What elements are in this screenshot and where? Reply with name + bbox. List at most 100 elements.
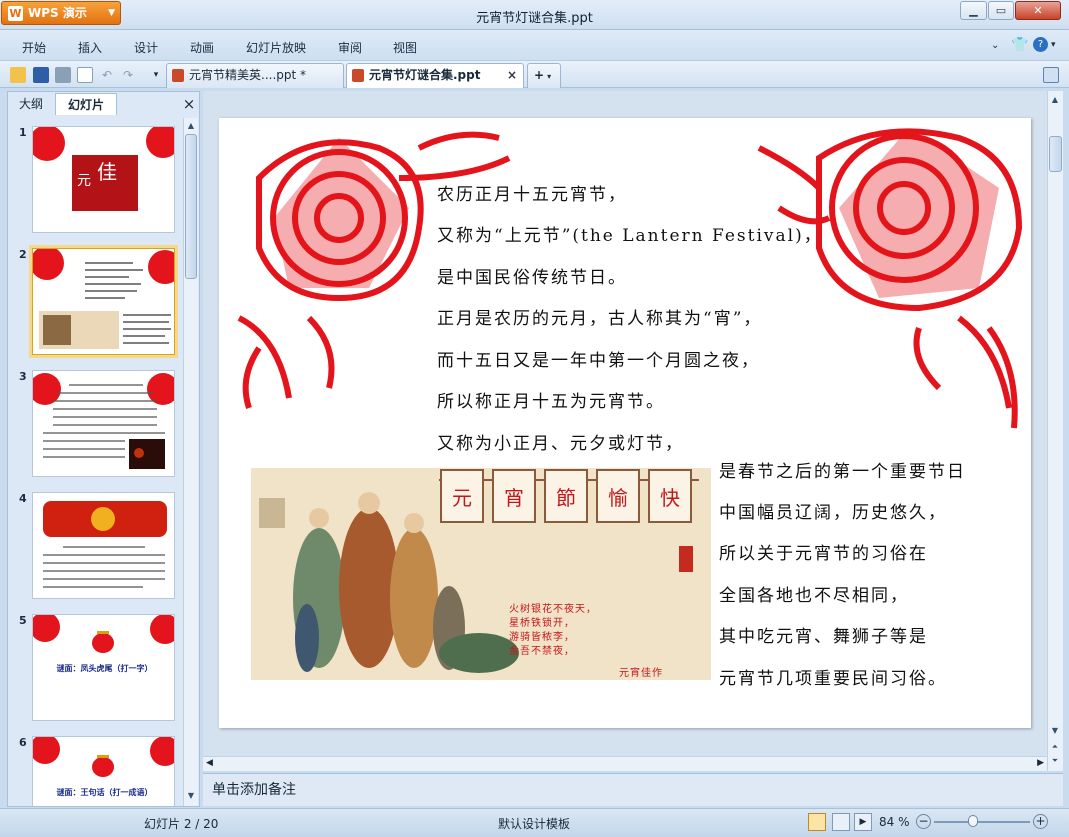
slide-thumbnail-6[interactable]: 谜面：王句话（打一成语）: [32, 736, 175, 806]
slide-text-line: 正月是农历的元月，古人称其为“宵”，: [437, 309, 763, 329]
slide-text-line: 又称为小正月、元夕或灯节，: [437, 434, 684, 454]
slide-thumbnail-2[interactable]: [32, 248, 175, 355]
slide-text-line: 所以称正月十五为元宵节。: [437, 392, 665, 412]
print-icon[interactable]: [55, 67, 71, 83]
thumbnail-number: 6: [19, 736, 27, 749]
slide-4-preview: [33, 493, 174, 588]
slide-thumbnail-3[interactable]: [32, 370, 175, 477]
slide-text-line: 其中吃元宵、舞狮子等是: [719, 627, 928, 647]
close-tab-icon[interactable]: ×: [507, 64, 517, 86]
zoom-in-icon[interactable]: +: [1033, 814, 1048, 829]
redo-icon[interactable]: ↷: [120, 67, 136, 83]
small-lantern: [679, 546, 693, 572]
poem-line: 火树银花不夜天，: [509, 604, 597, 615]
current-slide[interactable]: 元 宵 節 愉 快 火树银花不夜天， 星桥铁锁开， 游骑皆秾李， 金吾不禁夜， …: [219, 118, 1031, 728]
slide-2-preview: [33, 249, 174, 349]
zoom-slider-track[interactable]: [934, 821, 1030, 823]
scroll-left-icon[interactable]: ◀: [206, 758, 213, 768]
close-button[interactable]: ✕: [1015, 1, 1061, 20]
slide-text-line: 农历正月十五元宵节，: [437, 185, 627, 205]
zoom-level: 84 %: [879, 815, 910, 829]
ribbon-toggle-icon[interactable]: ⌄: [991, 40, 999, 51]
lantern-char: 節: [556, 486, 576, 510]
slide-counter: 幻灯片 2 / 20: [144, 817, 219, 831]
notes-pane[interactable]: 单击添加备注: [203, 773, 1063, 806]
poem-line: 金吾不禁夜，: [509, 646, 575, 657]
open-icon[interactable]: [10, 67, 26, 83]
layout-switch-icon[interactable]: [1043, 67, 1059, 83]
slide-text-line: 所以关于元宵节的习俗在: [719, 544, 928, 564]
maximize-button[interactable]: ▭: [988, 1, 1014, 20]
scroll-down-icon[interactable]: ▼: [1049, 725, 1061, 737]
slide-text-line: 元宵节几项重要民间习俗。: [719, 669, 947, 689]
menu-slideshow[interactable]: 幻灯片放映: [246, 39, 306, 56]
help-dropdown-icon[interactable]: ▾: [1051, 40, 1056, 50]
thumbnail-number: 1: [19, 126, 27, 139]
svg-text:佳: 佳: [97, 160, 117, 184]
slide-text-line: 又称为“上元节”(the Lantern Festival)，: [437, 226, 823, 246]
menu-design[interactable]: 设计: [134, 39, 158, 56]
poem-signature: 元宵佳作: [619, 668, 663, 679]
menu-insert[interactable]: 插入: [78, 39, 102, 56]
slide-3-preview: [33, 373, 174, 469]
help-icon[interactable]: ?: [1033, 37, 1048, 52]
tab-outline[interactable]: 大纲: [9, 93, 53, 115]
skin-icon[interactable]: 👕: [1011, 37, 1028, 53]
slide-panel: 大纲 幻灯片 × 1 元 佳 2 3 4 5 谜面：凤头虎尾（打一字） 6 谜面…: [7, 91, 200, 807]
tab-document-1[interactable]: 元宵节精美英....ppt *: [166, 63, 344, 88]
slide-thumbnail-4[interactable]: [32, 492, 175, 599]
lantern-char: 愉: [608, 486, 628, 510]
svg-text:元: 元: [77, 173, 91, 189]
menu-home[interactable]: 开始: [22, 39, 46, 56]
slide-sorter-icon[interactable]: [832, 813, 850, 831]
slide-thumbnail-1[interactable]: 元 佳: [32, 126, 175, 233]
slideshow-icon[interactable]: ▶: [854, 813, 872, 831]
thumbnail-caption: 谜面：凤头虎尾（打一字）: [56, 664, 153, 673]
design-template-label: 默认设计模板: [498, 817, 571, 831]
thumbnail-number: 3: [19, 370, 27, 383]
save-icon[interactable]: [33, 67, 49, 83]
minimize-button[interactable]: ▁: [960, 1, 987, 20]
thumbnail-caption: 谜面：王句话（打一成语）: [56, 788, 153, 797]
previous-slide-icon[interactable]: ⏶: [1049, 741, 1061, 753]
quick-toolbar: ↶ ↷ ▾ 元宵节精美英....ppt * 元宵节灯谜合集.ppt × + ▾: [0, 60, 1069, 88]
window-title: 元宵节灯谜合集.ppt: [476, 11, 593, 26]
toolbar-customize-icon[interactable]: ▾: [148, 67, 164, 83]
vertical-scrollbar[interactable]: ▲ ▼ ⏶ ⏷: [1047, 91, 1063, 771]
scroll-up-icon[interactable]: ▲: [1049, 94, 1061, 106]
zoom-out-icon[interactable]: −: [916, 814, 931, 829]
scroll-thumb[interactable]: [1049, 136, 1062, 172]
menu-view[interactable]: 视图: [393, 39, 417, 56]
tab-document-2[interactable]: 元宵节灯谜合集.ppt ×: [346, 63, 524, 88]
menu-animation[interactable]: 动画: [190, 39, 214, 56]
zoom-slider-handle[interactable]: [968, 815, 978, 827]
normal-view-icon[interactable]: [808, 813, 826, 831]
poem-line: 星桥铁锁开，: [509, 618, 575, 629]
new-tab-button[interactable]: + ▾: [527, 63, 561, 88]
scroll-right-icon[interactable]: ▶: [1037, 758, 1044, 768]
scroll-down-icon[interactable]: ▼: [185, 790, 197, 802]
scroll-up-icon[interactable]: ▲: [185, 120, 197, 132]
menu-review[interactable]: 审阅: [338, 39, 362, 56]
slide-text-line: 而十五日又是一年中第一个月圆之夜，: [437, 351, 760, 371]
menu-bar: 开始 插入 设计 动画 幻灯片放映 审阅 视图 ⌄ 👕 ? ▾: [0, 30, 1069, 60]
slide-thumbnail-5[interactable]: 谜面：凤头虎尾（打一字）: [32, 614, 175, 721]
scroll-thumb[interactable]: [185, 134, 197, 279]
next-slide-icon[interactable]: ⏷: [1049, 755, 1061, 767]
thumbnail-list: 1 元 佳 2 3 4 5 谜面：凤头虎尾（打一字） 6 谜面：王句话（打一成语…: [8, 118, 183, 806]
status-bar: 幻灯片 2 / 20 默认设计模板 ▶ 84 % − +: [0, 808, 1069, 837]
title-bar: W WPS 演示 ▼ 元宵节灯谜合集.ppt ▁ ▭ ✕: [0, 0, 1069, 30]
poem-line: 游骑皆秾李，: [509, 632, 575, 643]
lantern-char: 元: [452, 486, 472, 510]
tab-slides[interactable]: 幻灯片: [55, 93, 117, 115]
horizontal-scrollbar[interactable]: ◀ ▶: [203, 756, 1047, 771]
print-preview-icon[interactable]: [77, 67, 93, 83]
slide-editor: 元 宵 節 愉 快 火树银花不夜天， 星桥铁锁开， 游骑皆秾李， 金吾不禁夜， …: [203, 91, 1047, 756]
thumbnail-number: 5: [19, 614, 27, 627]
slide-text-line: 全国各地也不尽相同，: [719, 586, 909, 606]
undo-icon[interactable]: ↶: [99, 67, 115, 83]
tab-label: 元宵节灯谜合集.ppt: [369, 68, 481, 82]
close-panel-icon[interactable]: ×: [180, 93, 198, 115]
thumbnail-scrollbar[interactable]: ▲ ▼: [183, 118, 198, 806]
peony-fill-right: [839, 128, 999, 298]
